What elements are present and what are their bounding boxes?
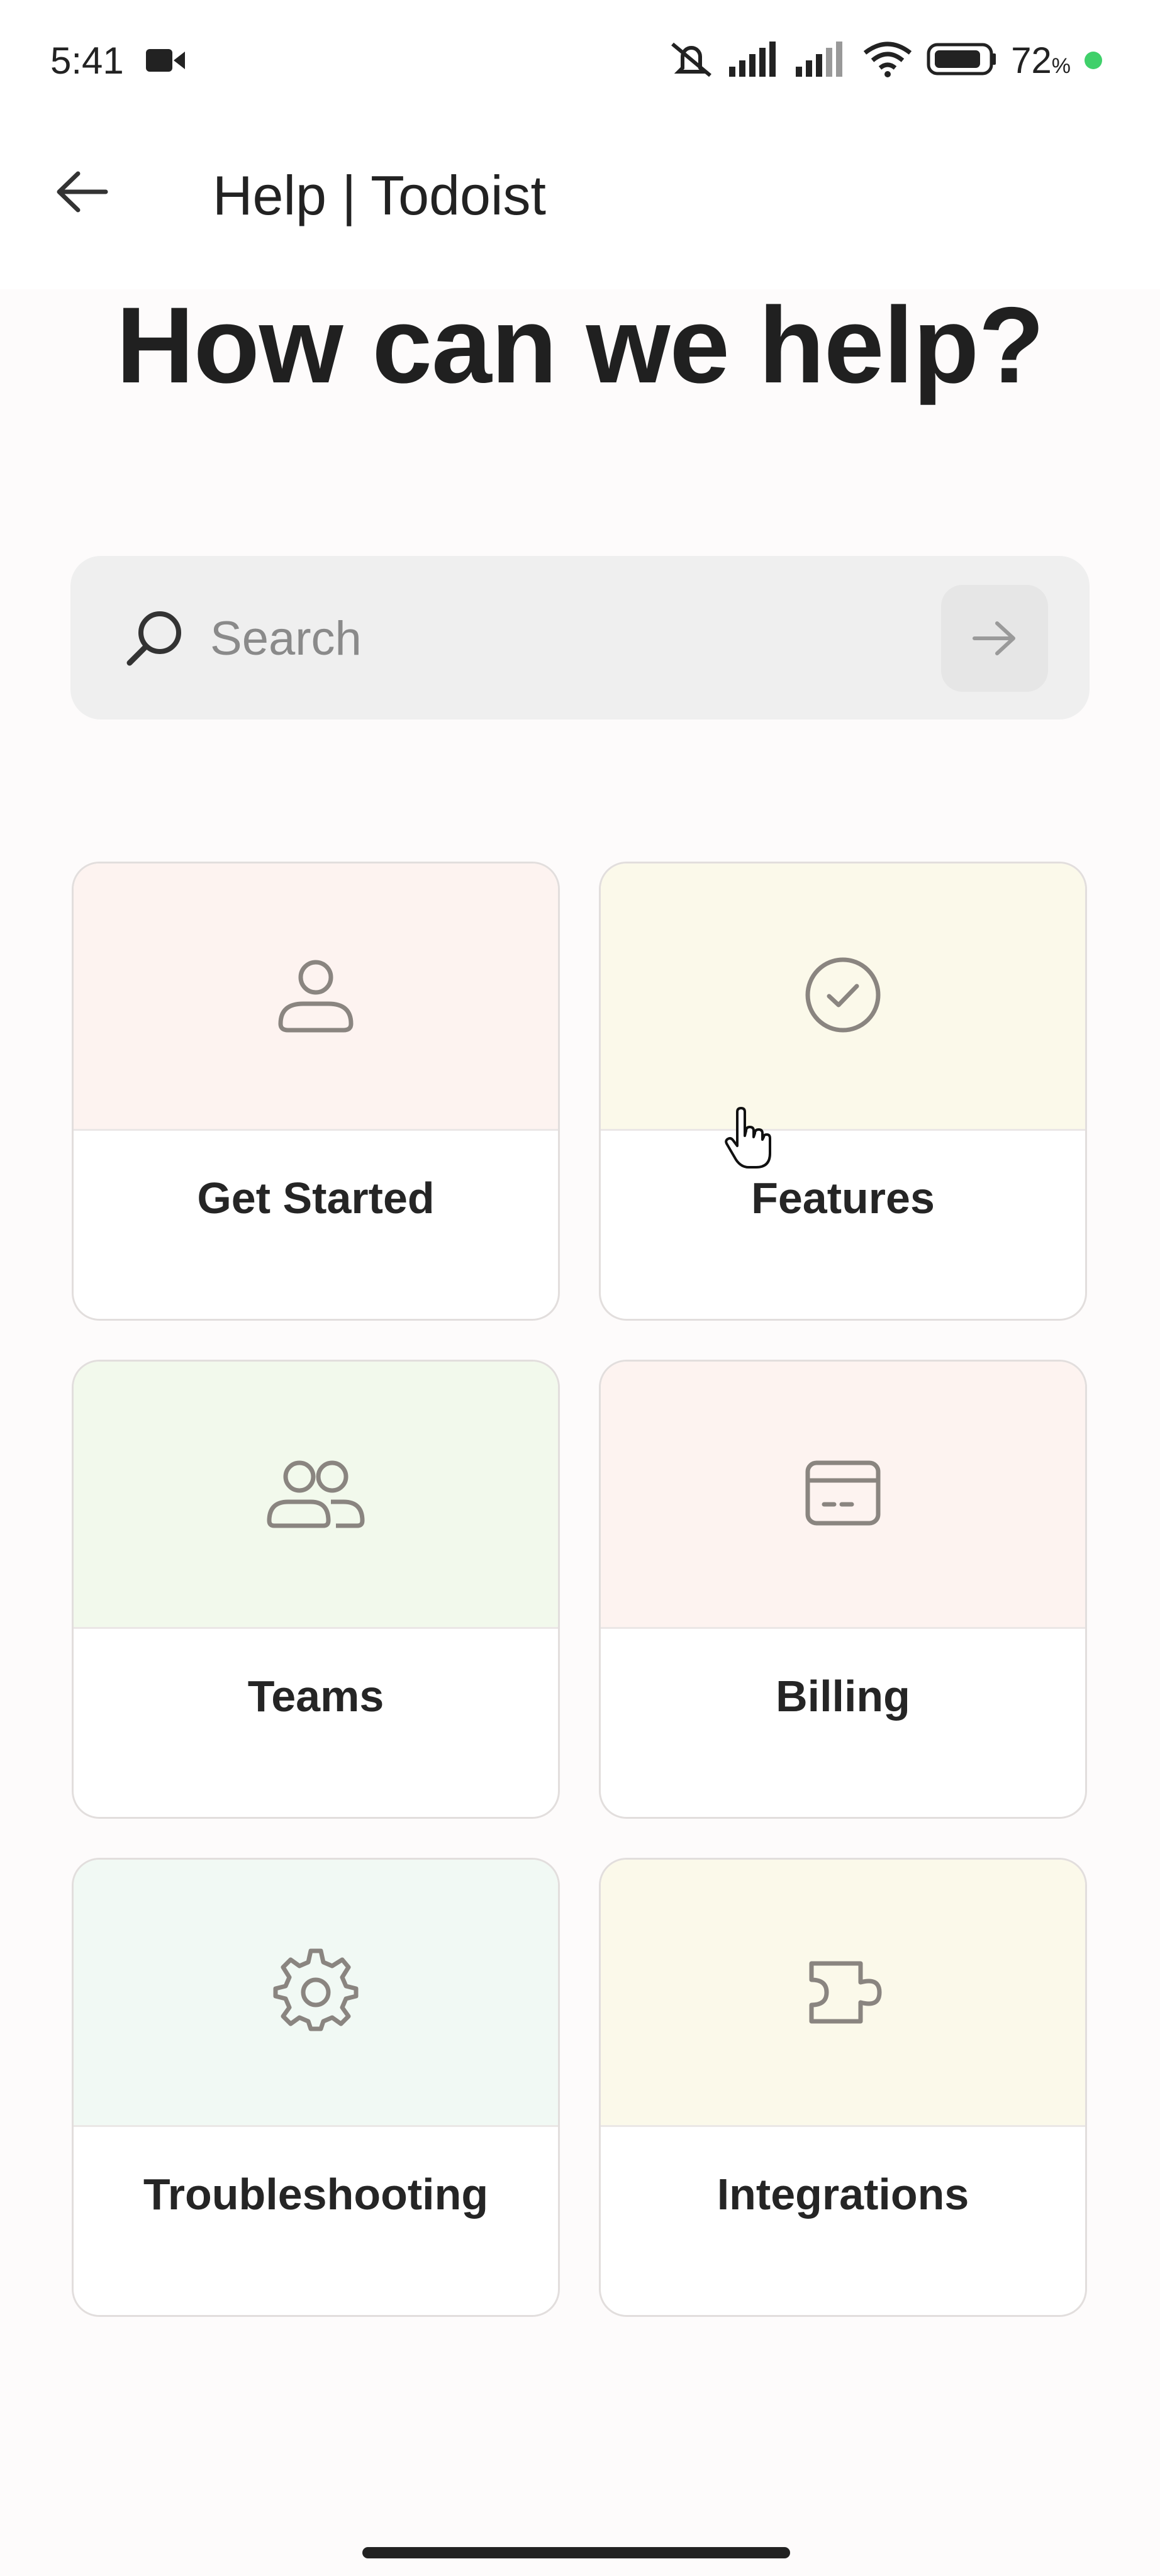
search-submit-button[interactable] [941,585,1048,692]
status-icons: 72% [667,35,1102,86]
card-label: Features [751,1174,935,1223]
signal-2-icon [796,41,849,80]
category-card-features[interactable]: Features [599,862,1087,1321]
search-bar [70,556,1090,719]
card-label: Integrations [717,2170,969,2219]
privacy-indicator-dot [1085,52,1102,69]
check-circle-icon [799,951,887,1042]
page-title: Help | Todoist [213,164,546,226]
mute-icon [667,39,715,82]
signal-1-icon [729,41,782,80]
battery-icon [927,43,997,79]
help-screen: 5:41 72% Help | Todoist How can we help?… [0,0,1160,2576]
card-label: Billing [776,1672,910,1721]
card-header [601,863,1085,1131]
card-header [74,1860,558,2127]
hand-pointer-icon [723,1107,774,1173]
gear-icon [272,1947,360,2038]
people-icon [265,1449,366,1540]
category-card-get-started[interactable]: Get Started [72,862,560,1321]
card-label: Teams [247,1672,384,1721]
category-card-teams[interactable]: Teams [72,1360,560,1819]
category-card-integrations[interactable]: Integrations [599,1858,1087,2317]
card-label: Get Started [197,1174,435,1223]
app-bar: Help | Todoist [0,126,1160,289]
puzzle-icon [799,1947,887,2038]
card-header [74,1362,558,1629]
back-arrow-icon [57,171,108,213]
hero-heading: How can we help? [116,285,1045,406]
credit-card-icon [799,1449,887,1540]
status-time: 5:41 [50,40,124,82]
category-card-troubleshooting[interactable]: Troubleshooting [72,1858,560,2317]
status-bar: 5:41 72% [0,0,1160,126]
card-header [74,863,558,1131]
battery-percent: 72% [1011,40,1071,81]
category-card-billing[interactable]: Billing [599,1360,1087,1819]
home-indicator[interactable] [362,2547,790,2558]
card-label: Troubleshooting [143,2170,489,2219]
person-icon [272,951,360,1042]
wifi-icon [862,40,913,81]
card-header [601,1362,1085,1629]
search-input[interactable] [209,594,979,683]
back-button[interactable] [50,160,113,223]
card-header [601,1860,1085,2127]
video-camera-icon [146,47,185,77]
arrow-right-icon [973,621,1015,655]
search-icon [123,606,186,672]
